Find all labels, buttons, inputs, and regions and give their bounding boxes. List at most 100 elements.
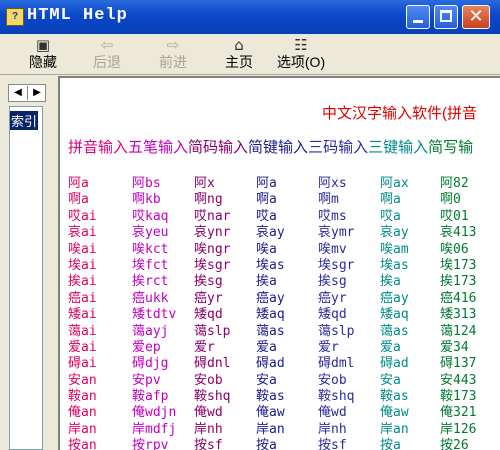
code-entry: 啊a: [256, 192, 277, 208]
code-entry: 蔼ai: [68, 323, 97, 339]
code-entry: 矮aq: [380, 307, 409, 323]
code-column: 阿ax 啊a 哎a 哀ay 唉am 埃as 挨a 癌ay 矮aq 蔼as 爱a 碍ad 安a 鞍as 俺aw…: [380, 172, 409, 450]
code-entry: 安443: [440, 372, 477, 388]
forward-arrow-icon: ⇨: [166, 36, 180, 54]
scroll-right-icon[interactable]: ▶: [27, 86, 46, 100]
code-entry: 蔼slp: [318, 323, 355, 339]
code-entry: 碍dml: [318, 356, 355, 372]
maximize-icon: [440, 10, 452, 22]
code-entry: 碍djg: [132, 356, 169, 372]
code-entry: 鞍173: [440, 389, 477, 405]
code-entry: 俺aw: [256, 405, 285, 421]
code-entry: 阿x: [194, 176, 215, 191]
method-link[interactable]: 简码输入: [188, 139, 248, 156]
topic-content-pane[interactable]: 中文汉字输入软件(拼音 拼音输入五笔输入简码输入简键输入三码输入三键输入简写输 …: [58, 76, 500, 450]
code-entry: 唉mv: [318, 241, 347, 257]
code-entry: 岸nh: [318, 421, 347, 437]
code-entry: 岸an: [256, 421, 285, 437]
code-entry: 爱ep: [132, 339, 161, 355]
code-entry: 鞍as: [256, 389, 285, 405]
method-link[interactable]: 三键输入: [368, 139, 428, 156]
code-entry: 安a: [380, 372, 401, 388]
code-entry: 癌ay: [380, 290, 409, 306]
code-entry: 啊m: [318, 192, 339, 208]
code-entry: 矮313: [440, 307, 477, 323]
code-entry: 癌ukk: [132, 290, 169, 306]
code-entry: 埃sgr: [318, 257, 355, 273]
close-button[interactable]: ✕: [462, 5, 490, 29]
code-entry: 唉ngr: [194, 241, 231, 257]
window-title: HTML Help: [27, 6, 128, 25]
code-entry: 埃as: [256, 257, 285, 273]
code-entry: 鞍afp: [132, 389, 169, 405]
code-entry: 埃as: [380, 257, 409, 273]
back-button[interactable]: ⇦ 后退: [82, 36, 132, 72]
code-entry: 哀413: [440, 225, 477, 241]
help-book-icon: ?: [6, 8, 24, 26]
code-entry: 哎ms: [318, 208, 347, 224]
toolbar: ▣ 隐藏 ⇦ 后退 ⇨ 前进 ⌂ 主页 ☷ 选项(O): [0, 34, 500, 75]
code-entry: 鞍shq: [318, 389, 355, 405]
method-link[interactable]: 五笔输入: [128, 139, 188, 156]
input-method-links: 拼音输入五笔输入简码输入简键输入三码输入三键输入简写输: [68, 136, 473, 157]
method-link[interactable]: 三码输入: [308, 139, 368, 156]
code-entry: 鞍shq: [194, 389, 231, 405]
nav-tab-scroller[interactable]: ◀ ▶: [8, 84, 46, 102]
code-entry: 矮ai: [68, 307, 97, 323]
code-entry: 哎a: [380, 208, 401, 224]
code-column: 阿xs 啊m 哎ms 哀ymr 唉mv 埃sgr 挨sg 癌yr 矮qd 蔼slp 爱r 碍dml 安o…: [318, 172, 354, 450]
code-column: 阿bs 啊kb 哎kaq 哀yeu 唉kct 埃fct 挨rct 癌ukk 矮tdtv 蔼ayj 爱…: [132, 172, 176, 450]
code-entry: 岸126: [440, 421, 477, 437]
code-entry: 俺321: [440, 405, 477, 421]
code-entry: 癌yr: [194, 290, 223, 306]
maximize-button[interactable]: [434, 5, 458, 29]
scroll-left-icon[interactable]: ◀: [9, 86, 27, 100]
code-entry: 俺wdjn: [132, 405, 177, 421]
method-link[interactable]: 简键输入: [248, 139, 308, 156]
code-entry: 癌416: [440, 290, 477, 306]
code-entry: 碍dnl: [194, 356, 231, 372]
home-button[interactable]: ⌂ 主页: [214, 36, 264, 72]
code-entry: 挨ai: [68, 274, 97, 290]
code-entry: 安pv: [132, 372, 161, 388]
code-entry: 哀ynr: [194, 225, 231, 241]
code-entry: 哎nar: [194, 208, 231, 224]
code-entry: 阿a: [256, 176, 277, 191]
code-entry: 癌yr: [318, 290, 347, 306]
code-entry: 癌ay: [256, 290, 285, 306]
hide-button[interactable]: ▣ 隐藏: [18, 36, 68, 72]
code-entry: 岸mdfj: [132, 421, 177, 437]
code-entry: 蔼as: [380, 323, 409, 339]
options-icon: ☷: [294, 36, 308, 54]
code-entry: 唉am: [380, 241, 409, 257]
code-entry: 埃sgr: [194, 257, 231, 273]
options-label: 选项(O): [276, 54, 326, 70]
close-icon: ✕: [468, 6, 484, 27]
code-entry: 蔼as: [256, 323, 285, 339]
code-entry: 鞍as: [380, 389, 409, 405]
code-entry: 俺an: [68, 405, 97, 421]
help-window: ? HTML Help ✕ ▣ 隐藏 ⇦ 后退 ⇨ 前进 ⌂ 主页 ☷ 选项(O) ◀ ▶ 索引 …: [0, 0, 500, 450]
code-entry: 矮qd: [194, 307, 223, 323]
forward-button[interactable]: ⇨ 前进: [148, 36, 198, 72]
title-bar[interactable]: ? HTML Help ✕: [0, 0, 500, 34]
code-entry: 埃ai: [68, 257, 97, 273]
code-entry: 碍ai: [68, 356, 97, 372]
code-entry: 哎kaq: [132, 208, 169, 224]
code-entry: 蔼slp: [194, 323, 231, 339]
method-link[interactable]: 简写输: [428, 139, 473, 156]
code-entry: 挨173: [440, 274, 477, 290]
method-link[interactable]: 拼音输入: [68, 139, 128, 156]
minimize-button[interactable]: [406, 5, 430, 29]
code-entry: 安ob: [194, 372, 223, 388]
tab-index[interactable]: 索引: [10, 111, 39, 130]
back-arrow-icon: ⇦: [100, 36, 114, 54]
nav-tab-panel: 索引: [9, 106, 43, 450]
code-entry: 唉ai: [68, 241, 97, 257]
options-button[interactable]: ☷ 选项(O): [276, 36, 326, 72]
code-entry: 阿82: [440, 176, 469, 191]
code-entry: 哎01: [440, 208, 469, 224]
code-entry: 啊a: [68, 192, 89, 208]
code-entry: 矮tdtv: [132, 307, 177, 323]
code-column: 阿82 啊0 哎01 哀413 唉06 埃173 挨173 癌416 矮313 蔼124 爱34 碍1…: [440, 172, 476, 450]
